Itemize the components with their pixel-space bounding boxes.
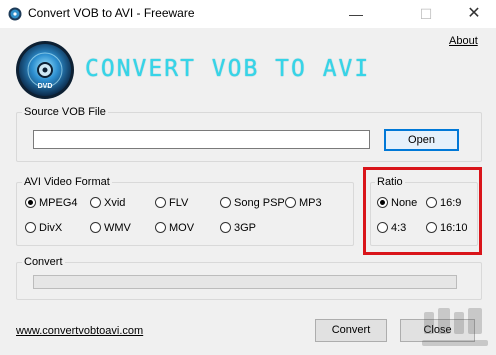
format-option-flv[interactable]: FLV (155, 197, 188, 209)
svg-text:DVD: DVD (38, 83, 53, 90)
convert-progress-bar (33, 275, 457, 289)
radio-unselected[interactable] (90, 197, 101, 208)
format-option-mov[interactable]: MOV (155, 222, 194, 234)
radio-unselected[interactable] (220, 222, 231, 233)
radio-unselected[interactable] (90, 222, 101, 233)
format-option-xvid[interactable]: Xvid (90, 197, 125, 209)
format-option-divx[interactable]: DivX (25, 222, 62, 234)
radio-unselected[interactable] (25, 222, 36, 233)
format-option-label: WMV (104, 222, 131, 234)
format-option-label: Xvid (104, 197, 126, 209)
radio-unselected[interactable] (220, 197, 231, 208)
radio-selected[interactable] (25, 197, 36, 208)
format-option-3gp[interactable]: 3GP (220, 222, 256, 234)
format-option-label: MPEG4 (39, 197, 78, 209)
app-logo-text: CONVERT VOB TO AVI (85, 56, 371, 82)
open-button[interactable]: Open (384, 129, 459, 151)
radio-unselected[interactable] (155, 222, 166, 233)
format-group-label: AVI Video Format (22, 176, 112, 188)
about-link[interactable]: About (449, 35, 478, 47)
format-option-label: MP3 (299, 197, 322, 209)
dvd-disc-icon: DVD (16, 41, 74, 99)
convert-group-label: Convert (22, 256, 65, 268)
close-window-button[interactable]: ✕ (452, 0, 496, 28)
radio-unselected[interactable] (155, 197, 166, 208)
format-option-song-psp[interactable]: Song PSP (220, 197, 285, 209)
watermark-logo (422, 308, 488, 346)
format-option-label: Song PSP (234, 197, 285, 209)
format-option-label: MOV (169, 222, 195, 234)
source-file-input[interactable] (33, 130, 370, 149)
source-group-label: Source VOB File (22, 106, 108, 118)
format-option-mpeg4[interactable]: MPEG4 (25, 197, 78, 209)
window-title: Convert VOB to AVI - Freeware (28, 6, 195, 20)
radio-unselected[interactable] (285, 197, 296, 208)
format-option-label: 3GP (234, 222, 257, 234)
disc-icon (8, 7, 22, 21)
format-option-label: DivX (39, 222, 63, 234)
website-link[interactable]: www.convertvobtoavi.com (16, 325, 143, 337)
format-option-mp3[interactable]: MP3 (285, 197, 322, 209)
convert-button[interactable]: Convert (315, 319, 387, 342)
format-option-label: FLV (169, 197, 189, 209)
format-option-wmv[interactable]: WMV (90, 222, 131, 234)
format-group (16, 182, 354, 246)
minimize-button[interactable]: — (334, 0, 378, 28)
maximize-button[interactable]: ☐ (404, 0, 448, 28)
ratio-highlight-box (363, 167, 482, 255)
